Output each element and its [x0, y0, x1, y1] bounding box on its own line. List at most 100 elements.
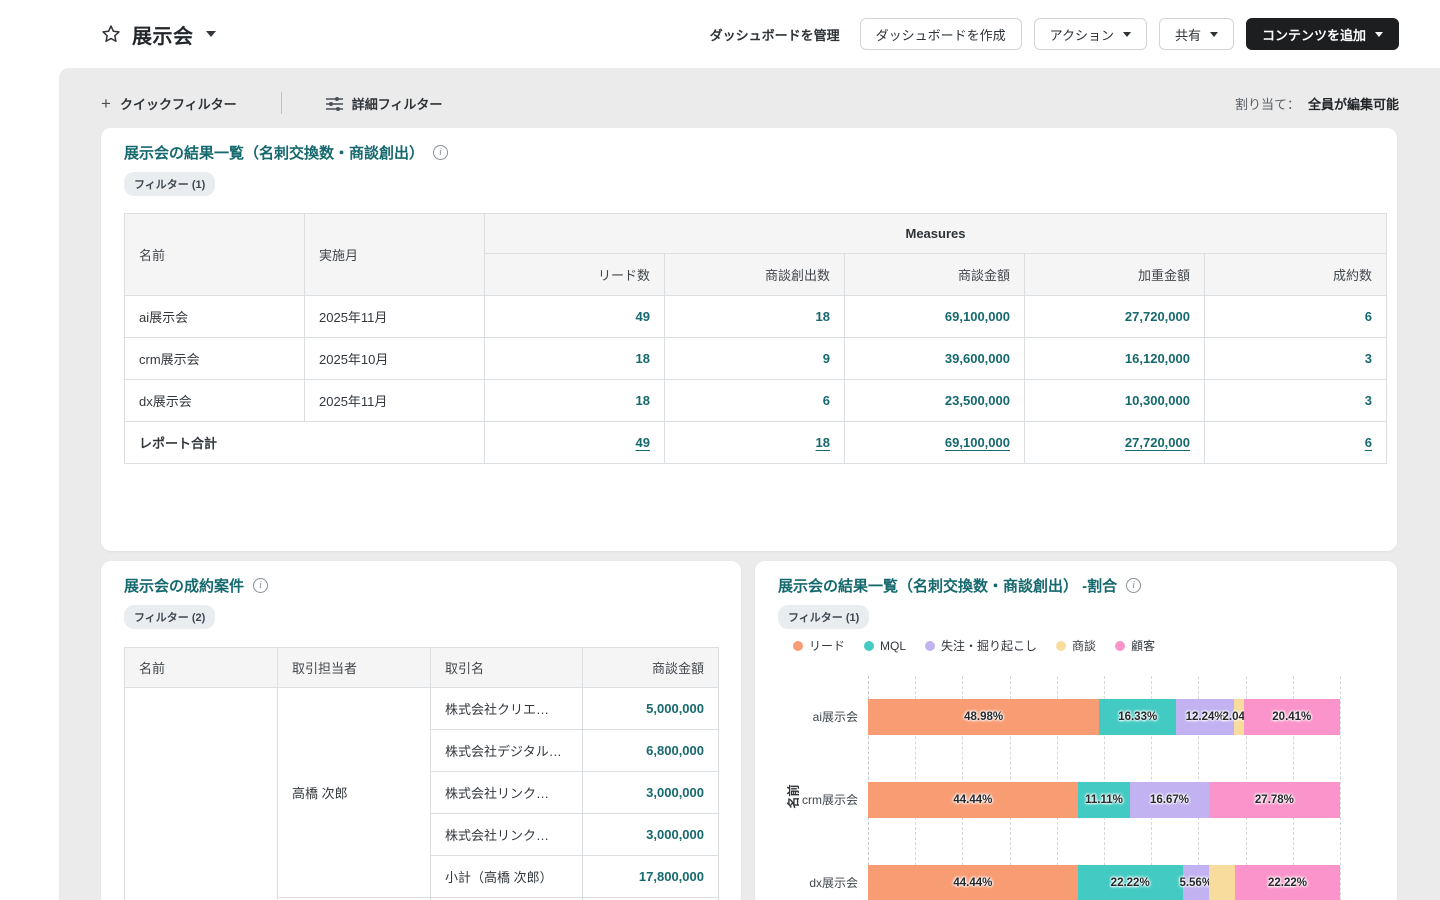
- add-content-button[interactable]: コンテンツを追加: [1246, 18, 1399, 50]
- metric-value[interactable]: 9: [823, 351, 830, 366]
- metric-total[interactable]: 27,720,000: [1125, 435, 1190, 450]
- col-header-month: 実施月: [305, 214, 485, 296]
- deal-amount[interactable]: 5,000,000: [646, 701, 704, 716]
- report-card-title: 展示会の結果一覧（名刺交換数・商談創出）: [124, 142, 424, 163]
- metric-value[interactable]: 6: [1365, 309, 1372, 324]
- bar-segment[interactable]: 16.67%: [1130, 782, 1209, 818]
- filter-bar: + クイックフィルター 詳細フィルター 割り当て： 全員が編集可能: [101, 90, 1399, 116]
- create-dashboard-button[interactable]: ダッシュボードを作成: [860, 18, 1022, 50]
- metric-value[interactable]: 3: [1365, 351, 1372, 366]
- metric-value[interactable]: 39,600,000: [945, 351, 1010, 366]
- bar-segment-label: 16.33%: [1118, 711, 1157, 723]
- actions-label: アクション: [1050, 25, 1114, 44]
- bar-segment-label: 48.98%: [964, 711, 1003, 723]
- report-filter-badge[interactable]: フィルター (1): [124, 172, 215, 196]
- metric-total[interactable]: 49: [636, 435, 650, 450]
- table-row: crm展示会 2025年10月 18 9 39,600,000 16,120,0…: [125, 338, 1387, 380]
- metric-value[interactable]: 18: [816, 309, 830, 324]
- metric-total[interactable]: 6: [1365, 435, 1372, 450]
- category-label: dx展示会: [755, 865, 858, 900]
- actions-button[interactable]: アクション: [1034, 18, 1147, 50]
- bar-segment-label: 5.56%: [1179, 877, 1212, 889]
- col-header-closed-won: 成約数: [1205, 254, 1387, 296]
- filter-divider: [281, 92, 282, 114]
- bar-segment[interactable]: 5.56%: [1183, 865, 1209, 900]
- bar-segment[interactable]: 22.22%: [1235, 865, 1340, 900]
- bar-segment[interactable]: 20.41%: [1244, 699, 1340, 735]
- metric-value[interactable]: 27,720,000: [1125, 309, 1190, 324]
- metric-value[interactable]: 23,500,000: [945, 393, 1010, 408]
- bar-segment[interactable]: 48.98%: [868, 699, 1099, 735]
- metric-value[interactable]: 18: [636, 393, 650, 408]
- favorite-star-icon[interactable]: [100, 23, 122, 45]
- share-button[interactable]: 共有: [1159, 18, 1234, 50]
- bar-segment[interactable]: [1209, 865, 1235, 900]
- row-month: 2025年11月: [305, 380, 485, 422]
- col-header-name: 名前: [125, 648, 278, 688]
- bar-segment-label: 16.67%: [1150, 794, 1189, 806]
- bar-segment[interactable]: 11.11%: [1078, 782, 1130, 818]
- bar-segment-label: 44.44%: [953, 877, 992, 889]
- quick-filter-button[interactable]: + クイックフィルター: [101, 94, 237, 113]
- info-icon[interactable]: i: [433, 145, 448, 160]
- bar-segment[interactable]: 27.78%: [1209, 782, 1340, 818]
- assign-value[interactable]: 全員が編集可能: [1308, 94, 1399, 113]
- bar-segment-label: 22.22%: [1268, 877, 1307, 889]
- col-header-deal: 取引名: [431, 648, 583, 688]
- category-label: crm展示会: [755, 782, 858, 818]
- bar-segment-label: 44.44%: [953, 794, 992, 806]
- col-header-leads: リード数: [485, 254, 665, 296]
- gridline: [1340, 676, 1341, 900]
- metric-value[interactable]: 18: [636, 351, 650, 366]
- title-dropdown-caret-icon[interactable]: [206, 31, 216, 37]
- table-row: dx展示会 2025年11月 18 6 23,500,000 10,300,00…: [125, 380, 1387, 422]
- advanced-filter-button[interactable]: 詳細フィルター: [326, 94, 443, 113]
- quick-filter-label: クイックフィルター: [120, 94, 237, 113]
- deal-name: 株式会社リンク…: [431, 814, 583, 856]
- bar-segment-label: 22.22%: [1111, 877, 1150, 889]
- total-label: レポート合計: [125, 422, 485, 464]
- metric-value[interactable]: 69,100,000: [945, 309, 1010, 324]
- manage-dashboards-link[interactable]: ダッシュボードを管理: [710, 25, 840, 44]
- col-header-name: 名前: [125, 214, 305, 296]
- deals-filter-badge[interactable]: フィルター (2): [124, 605, 215, 629]
- deal-name: 株式会社クリエ…: [431, 688, 583, 730]
- metric-value[interactable]: 16,120,000: [1125, 351, 1190, 366]
- row-name: ai展示会: [125, 296, 305, 338]
- plus-icon: +: [101, 95, 111, 112]
- metric-value[interactable]: 10,300,000: [1125, 393, 1190, 408]
- table-row: 高橋 次郎 株式会社クリエ… 5,000,000: [125, 688, 719, 730]
- bar-segment[interactable]: 16.33%: [1099, 699, 1176, 735]
- bar-segment[interactable]: 44.44%: [868, 782, 1078, 818]
- bar-segment[interactable]: 22.22%: [1078, 865, 1183, 900]
- row-name: crm展示会: [125, 338, 305, 380]
- bar-row: 48.98%16.33%12.24%2.04%20.41%: [868, 699, 1340, 735]
- dashboard-panel: + クイックフィルター 詳細フィルター 割り当て： 全員が編集可能 展示会の結果…: [59, 68, 1440, 900]
- deal-amount[interactable]: 17,800,000: [639, 869, 704, 884]
- advanced-filter-label: 詳細フィルター: [352, 94, 443, 113]
- info-icon[interactable]: i: [253, 578, 268, 593]
- metric-total[interactable]: 18: [816, 435, 830, 450]
- deal-amount[interactable]: 3,000,000: [646, 827, 704, 842]
- deal-name: 株式会社デジタル…: [431, 730, 583, 772]
- share-label: 共有: [1175, 25, 1201, 44]
- top-header: 展示会 ダッシュボードを管理 ダッシュボードを作成 アクション 共有 コンテンツ…: [0, 0, 1440, 68]
- table-row: ai展示会 2025年11月 49 18 69,100,000 27,720,0…: [125, 296, 1387, 338]
- metric-value[interactable]: 49: [636, 309, 650, 324]
- metric-value[interactable]: 3: [1365, 393, 1372, 408]
- row-month: 2025年10月: [305, 338, 485, 380]
- add-content-label: コンテンツを追加: [1262, 25, 1366, 44]
- deal-amount[interactable]: 6,800,000: [646, 743, 704, 758]
- bar-segment[interactable]: 2.04%: [1234, 699, 1244, 735]
- col-header-owner: 取引担当者: [278, 648, 431, 688]
- row-month: 2025年11月: [305, 296, 485, 338]
- bar-segment[interactable]: 44.44%: [868, 865, 1078, 900]
- col-header-amount: 商談金額: [583, 648, 719, 688]
- bar-segment-label: 20.41%: [1272, 711, 1311, 723]
- deal-amount[interactable]: 3,000,000: [646, 785, 704, 800]
- chart-area: 名前 ai展示会48.98%16.33%12.24%2.04%20.41%crm…: [755, 561, 1397, 900]
- metric-total[interactable]: 69,100,000: [945, 435, 1010, 450]
- deal-name: 株式会社リンク…: [431, 772, 583, 814]
- col-header-weighted-amount: 加重金額: [1025, 254, 1205, 296]
- metric-value[interactable]: 6: [823, 393, 830, 408]
